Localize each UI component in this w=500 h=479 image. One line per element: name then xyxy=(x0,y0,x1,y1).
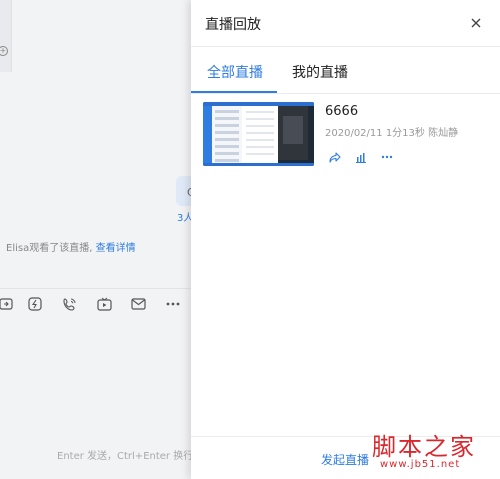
viewed-notice: Elisa观看了该直播, 查看详情 xyxy=(6,239,136,254)
replay-thumbnail[interactable] xyxy=(203,102,314,166)
mail-icon[interactable] xyxy=(128,295,148,313)
replay-title: 6666 xyxy=(325,104,359,119)
viewed-notice-text: Elisa观看了该直播, xyxy=(6,243,96,254)
live-video-icon[interactable] xyxy=(94,295,114,313)
more-icon[interactable] xyxy=(163,295,183,313)
call-icon[interactable] xyxy=(59,295,79,313)
tabs-divider xyxy=(191,93,500,94)
replay-panel: 直播回放 全部直播 我的直播 6666 2020/02/11 1分13秒 陈灿静… xyxy=(191,0,500,479)
close-icon[interactable] xyxy=(467,14,485,32)
header-divider xyxy=(191,46,500,47)
replay-meta: 2020/02/11 1分13秒 陈灿静 xyxy=(325,128,459,139)
footer-divider xyxy=(191,436,500,437)
view-details-link[interactable]: 查看详情 xyxy=(96,243,136,254)
start-live-button[interactable]: 发起直播 xyxy=(321,451,369,468)
more-icon[interactable] xyxy=(379,150,395,164)
flash-icon[interactable] xyxy=(25,295,45,313)
tab-my-live[interactable]: 我的直播 xyxy=(292,62,348,82)
toolbar-divider xyxy=(0,288,192,289)
panel-title: 直播回放 xyxy=(205,17,261,33)
input-hint: Enter 发送，Ctrl+Enter 换行 xyxy=(57,451,194,462)
tab-all-live[interactable]: 全部直播 xyxy=(207,62,263,82)
share-icon[interactable] xyxy=(327,150,343,164)
screen-share-icon[interactable] xyxy=(0,295,16,313)
replay-list-item[interactable]: 6666 2020/02/11 1分13秒 陈灿静 xyxy=(203,102,493,168)
left-strip xyxy=(0,0,12,72)
stats-icon[interactable] xyxy=(353,150,369,164)
